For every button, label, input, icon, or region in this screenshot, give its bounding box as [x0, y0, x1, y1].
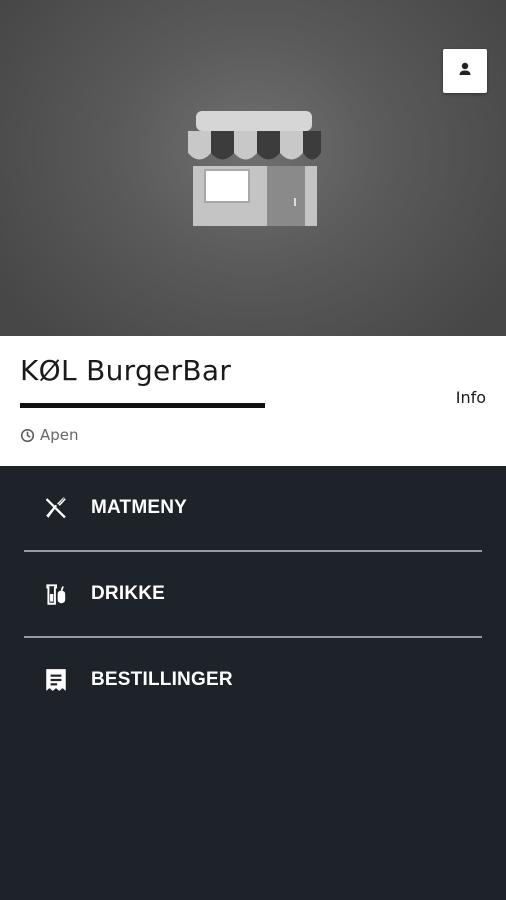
fork-knife-icon	[43, 495, 69, 521]
storefront-icon	[183, 108, 323, 232]
person-icon	[457, 61, 473, 81]
receipt-icon	[43, 667, 69, 693]
clock-icon	[20, 428, 35, 443]
menu-item-label: MATMENY	[91, 497, 188, 518]
menu-item-matmeny[interactable]: MATMENY	[24, 466, 482, 550]
drink-icon	[43, 581, 69, 607]
account-button[interactable]	[443, 49, 487, 93]
store-name-underline	[20, 403, 265, 408]
menu-item-drikke[interactable]: DRIKKE	[24, 552, 482, 636]
info-link[interactable]: Info	[456, 388, 486, 407]
menu-item-bestillinger[interactable]: BESTILLINGER	[24, 638, 482, 722]
store-name: KØL BurgerBar	[20, 354, 232, 387]
menu-item-label: BESTILLINGER	[91, 669, 233, 690]
menu-item-label: DRIKKE	[91, 583, 166, 604]
header-banner	[0, 0, 506, 336]
open-status-text: Apen	[40, 426, 79, 444]
open-status: Apen	[20, 426, 79, 444]
store-info-panel: KØL BurgerBar Apen Info	[0, 336, 506, 466]
main-menu: MATMENY DRIKKE BESTILLINGER	[0, 466, 506, 722]
